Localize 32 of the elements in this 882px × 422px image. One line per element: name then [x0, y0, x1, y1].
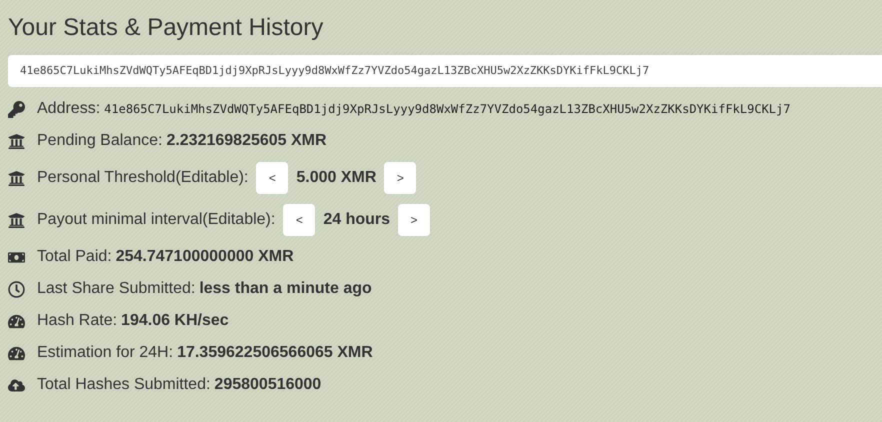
cloud-upload-icon [8, 376, 25, 394]
key-icon [8, 100, 25, 118]
stat-label: Total Hashes Submitted: [37, 375, 210, 395]
stat-value: 194.06 KH/sec [121, 311, 229, 331]
stat-value: 2.232169825605 XMR [166, 131, 327, 151]
gauge-icon [8, 312, 25, 330]
stat-label: Hash Rate: [37, 311, 118, 331]
stat-label: Total Paid: [37, 247, 112, 267]
address-field[interactable]: 41e865C7LukiMhsZVdWQTy5AFEqBD1jdj9XpRJsLyyy9d8WxWfZz7YVZdo54gazL13ZBcXHU5w2XzZKKsDYKifFkL9CKLj7 [8, 55, 882, 87]
stepper-button[interactable]: < [283, 204, 316, 236]
stat-label: Personal Threshold(Editable): [37, 168, 248, 188]
stat-label: Address: [37, 99, 100, 119]
stat-value: 254.747100000000 XMR [116, 247, 294, 267]
stat-value: 24 hours [323, 210, 390, 230]
stat-value: 5.000 XMR [296, 168, 376, 188]
clock-icon [8, 280, 25, 298]
address-value: 41e865C7LukiMhsZVdWQTy5AFEqBD1jdj9XpRJsLyyy9d8WxWfZz7YVZdo54gazL13ZBcXHU5w2XzZKKsDYKifFkL9CKLj7 [104, 101, 790, 118]
stat-label: Payout minimal interval(Editable): [37, 210, 276, 230]
gauge-icon [8, 344, 25, 362]
stat-label: Estimation for 24H: [37, 343, 174, 363]
page-title: Your Stats & Payment History [8, 13, 324, 43]
stepper-button[interactable]: > [398, 204, 430, 236]
bank-icon [8, 132, 25, 150]
stat-value: less than a minute ago [199, 279, 372, 299]
bank-icon [8, 212, 25, 228]
stepper-button[interactable]: < [256, 162, 288, 194]
bank-icon [8, 170, 25, 186]
stepper-button[interactable]: > [384, 162, 416, 194]
stat-value: 17.359622506566065 XMR [177, 343, 373, 363]
stat-label: Pending Balance: [37, 131, 162, 151]
stat-value: 295800516000 [214, 375, 322, 395]
stat-label: Last Share Submitted: [37, 279, 196, 299]
